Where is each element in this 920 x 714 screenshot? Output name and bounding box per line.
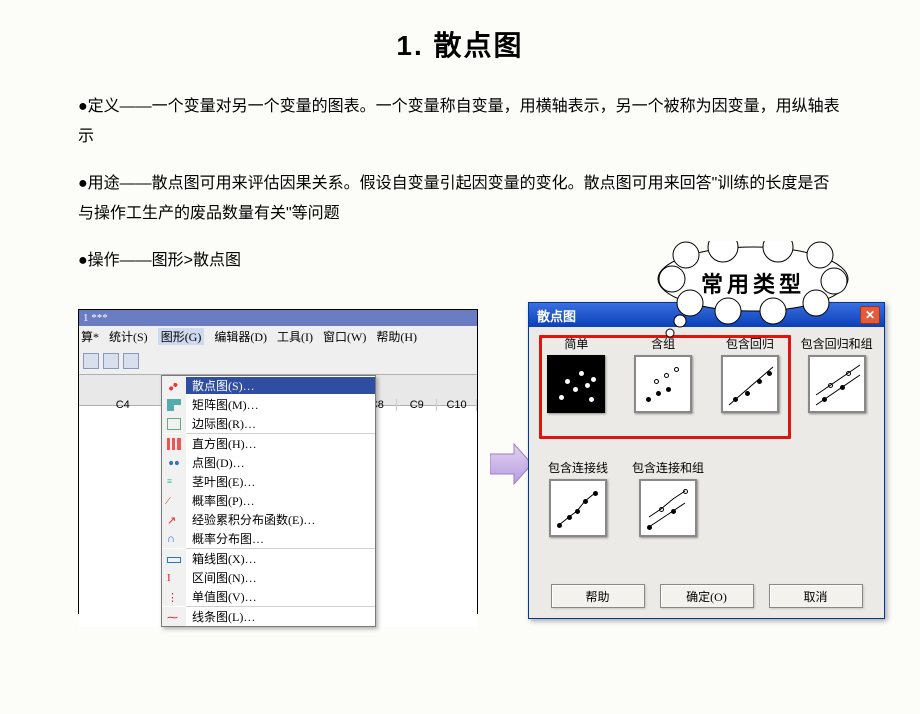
hist-icon xyxy=(167,438,181,450)
thumb-regression[interactable] xyxy=(721,355,779,413)
thumb-connect[interactable] xyxy=(549,479,607,537)
menubar: 算* 统计(S) 图形(G) 编辑器(D) 工具(I) 窗口(W) 帮助(H) xyxy=(79,326,477,347)
interval-icon: I xyxy=(167,572,181,584)
thumb-label-connect: 包含连接线 xyxy=(539,459,617,476)
thumb-group[interactable] xyxy=(634,355,692,413)
toolbar-icon[interactable] xyxy=(123,353,139,369)
arrow-icon xyxy=(490,439,532,489)
thumb-label-connect-group: 包含连接和组 xyxy=(629,459,707,476)
menu-item-indiv[interactable]: ⋮ 单值图(V)… xyxy=(162,587,375,606)
menu-item-interval[interactable]: I 区间图(N)… xyxy=(162,568,375,587)
toolbar-icon[interactable] xyxy=(103,353,119,369)
menu-item-pdist[interactable]: ∩ 概率分布图… xyxy=(162,529,375,548)
stem-icon: ≡ xyxy=(167,476,181,488)
menu-tools[interactable]: 工具(I) xyxy=(277,328,313,345)
menu-item-box[interactable]: 箱线图(X)… xyxy=(162,549,375,568)
line-icon: ⁓ xyxy=(167,611,181,623)
menu-help[interactable]: 帮助(H) xyxy=(376,328,417,345)
menu-window[interactable]: 窗口(W) xyxy=(323,328,366,345)
pdist-icon: ∩ xyxy=(167,533,181,545)
thumb-connect-group[interactable] xyxy=(639,479,697,537)
menu-item-marginal[interactable]: 边际图(R)… xyxy=(162,414,375,433)
page-title: 1. 散点图 xyxy=(0,24,920,64)
marginal-icon xyxy=(167,418,181,430)
box-icon xyxy=(167,557,181,563)
menu-stat[interactable]: 统计(S) xyxy=(109,328,148,345)
app-screenshot: 1 *** 算* 统计(S) 图形(G) 编辑器(D) 工具(I) 窗口(W) … xyxy=(78,309,478,614)
thumb-simple[interactable] xyxy=(547,355,605,413)
graph-dropdown-menu: 散点图(S)… 矩阵图(M)… 边际图(R)… 直方图(H)… 点图(D)… ≡ xyxy=(161,375,376,627)
prob-icon: ⁄ xyxy=(167,495,181,507)
callout-common-types: 常用类型 xyxy=(658,249,848,317)
ecdf-icon: ↗ xyxy=(167,514,181,526)
toolbar-icon[interactable] xyxy=(83,353,99,369)
menu-calc[interactable]: 算* xyxy=(81,328,99,345)
bullet-usage: ●用途——散点图可用来评估因果关系。假设自变量引起因变量的变化。散点图可用来回答… xyxy=(78,169,842,228)
thumb-label-simple: 简单 xyxy=(539,335,614,352)
menu-editor[interactable]: 编辑器(D) xyxy=(214,328,267,345)
menu-item-prob[interactable]: ⁄ 概率图(P)… xyxy=(162,491,375,510)
col-c9: C9 xyxy=(397,399,437,411)
bullet-definition: ●定义——一个变量对另一个变量的图表。一个变量称自变量，用横轴表示，另一个被称为… xyxy=(78,92,842,151)
menu-item-dot[interactable]: 点图(D)… xyxy=(162,453,375,472)
dot-icon xyxy=(167,457,181,469)
col-c4: C4 xyxy=(79,399,167,411)
cancel-button[interactable]: 取消 xyxy=(769,584,863,608)
callout-text: 常用类型 xyxy=(701,267,805,299)
window-title: 1 *** xyxy=(79,310,477,326)
indiv-icon: ⋮ xyxy=(167,591,181,603)
scatter-dialog: 散点图 ✕ 简单 含组 xyxy=(528,302,885,619)
menu-item-stem[interactable]: ≡ 茎叶图(E)… xyxy=(162,472,375,491)
scatter-icon xyxy=(167,380,181,392)
menu-item-matrix[interactable]: 矩阵图(M)… xyxy=(162,395,375,414)
menu-item-ecdf[interactable]: ↗ 经验累积分布函数(E)… xyxy=(162,510,375,529)
ok-button[interactable]: 确定(O) xyxy=(660,584,754,608)
close-button[interactable]: ✕ xyxy=(860,306,880,324)
help-button[interactable]: 帮助 xyxy=(551,584,645,608)
menu-item-hist[interactable]: 直方图(H)… xyxy=(162,434,375,453)
toolbar xyxy=(79,347,477,375)
menu-item-line[interactable]: ⁓ 线条图(L)… xyxy=(162,607,375,626)
menu-item-scatter[interactable]: 散点图(S)… xyxy=(162,376,375,395)
matrix-icon xyxy=(167,399,181,411)
menu-graph[interactable]: 图形(G) xyxy=(158,328,205,345)
col-c10: C10 xyxy=(437,399,477,411)
dialog-title: 散点图 xyxy=(537,306,576,325)
thumb-regression-group[interactable] xyxy=(808,355,866,413)
